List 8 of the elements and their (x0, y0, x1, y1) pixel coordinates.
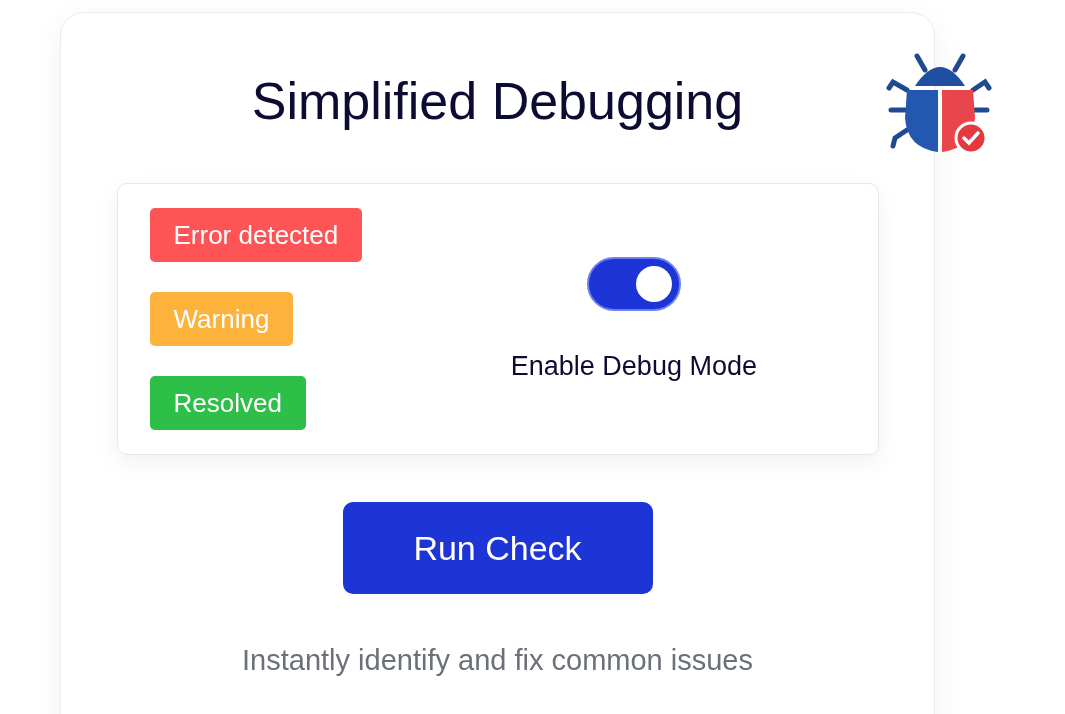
toggle-label: Enable Debug Mode (510, 350, 757, 382)
run-check-button[interactable]: Run Check (342, 502, 653, 594)
status-badge: Warning (149, 292, 294, 346)
debug-toggle[interactable] (586, 256, 681, 311)
caption-text: Instantly identify and fix common issues (242, 644, 753, 677)
status-badge: Resolved (149, 376, 306, 430)
page-title: Simplified Debugging (251, 71, 744, 131)
status-badge: Error detected (149, 208, 363, 262)
